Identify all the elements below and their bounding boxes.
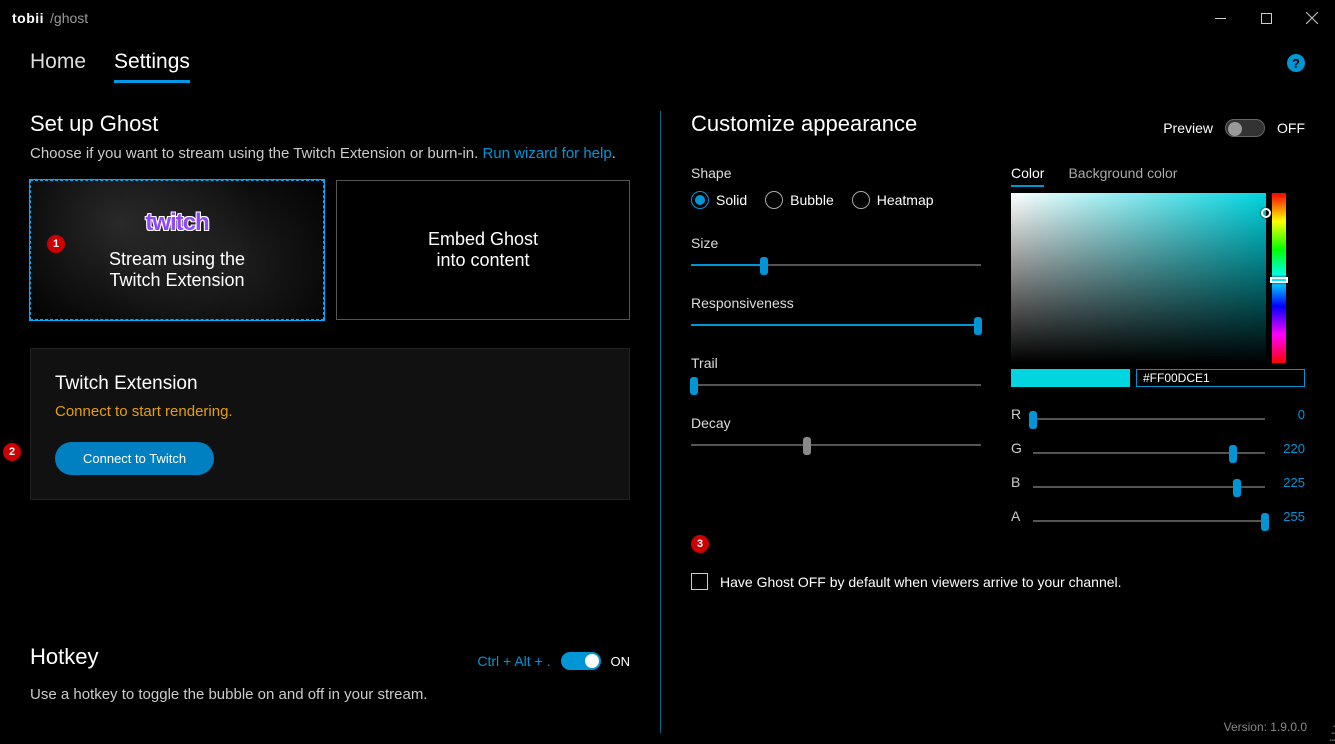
a-label: A <box>1011 508 1023 524</box>
hotkey-state: ON <box>611 654 631 669</box>
radio-heatmap[interactable]: Heatmap <box>852 191 934 209</box>
radio-solid[interactable]: Solid <box>691 191 747 209</box>
r-label: R <box>1011 406 1023 422</box>
stream-mode-cards: 1 twitch Stream using the Twitch Extensi… <box>30 180 630 320</box>
ghost-default-off-checkbox[interactable] <box>691 573 708 590</box>
shape-label: Shape <box>691 165 981 181</box>
annotation-2: 2 <box>3 443 21 461</box>
right-column: Customize appearance Preview OFF Shape S… <box>661 111 1305 733</box>
twitch-logo-icon: twitch <box>145 209 208 237</box>
card-embed-ghost[interactable]: Embed Ghost into content <box>336 180 630 320</box>
trail-slider[interactable] <box>691 381 981 389</box>
annotation-1: 1 <box>47 235 65 253</box>
tab-color[interactable]: Color <box>1011 165 1044 187</box>
b-label: B <box>1011 474 1023 490</box>
card1-line2: Twitch Extension <box>109 270 244 291</box>
r-slider[interactable] <box>1033 415 1265 423</box>
card1-line1: Stream using the <box>109 249 245 270</box>
radio-bubble[interactable]: Bubble <box>765 191 834 209</box>
g-slider[interactable] <box>1033 449 1265 457</box>
radio-bubble-label: Bubble <box>790 192 834 208</box>
run-wizard-link[interactable]: Run wizard for help <box>482 145 611 162</box>
g-value: 220 <box>1275 441 1305 456</box>
brand-logo-text: tobii <box>12 10 44 26</box>
color-sv-picker[interactable] <box>1011 193 1266 363</box>
responsiveness-label: Responsiveness <box>691 295 981 311</box>
trail-label: Trail <box>691 355 981 371</box>
color-tabs: Color Background color <box>1011 165 1305 187</box>
maximize-button[interactable] <box>1243 0 1289 36</box>
hotkey-desc: Use a hotkey to toggle the bubble on and… <box>30 686 630 703</box>
app-name: /ghost <box>50 10 88 26</box>
b-slider[interactable] <box>1033 483 1265 491</box>
preview-label: Preview <box>1163 120 1213 136</box>
help-icon[interactable]: ? <box>1287 54 1305 72</box>
main-tabs: Home Settings ? <box>0 36 1335 91</box>
appearance-heading: Customize appearance <box>691 111 917 137</box>
ghost-default-off-row: 3 Have Ghost OFF by default when viewers… <box>691 573 1305 590</box>
ext-msg: Connect to start rendering. <box>55 403 605 420</box>
preview-state: OFF <box>1277 120 1305 136</box>
preview-toggle[interactable] <box>1225 119 1265 137</box>
a-slider[interactable] <box>1033 517 1265 525</box>
hotkey-heading: Hotkey <box>30 644 98 670</box>
card2-line2: into content <box>436 250 529 271</box>
connect-to-twitch-button[interactable]: Connect to Twitch <box>55 442 214 475</box>
close-button[interactable] <box>1289 0 1335 36</box>
radio-heatmap-label: Heatmap <box>877 192 934 208</box>
card2-line1: Embed Ghost <box>428 229 538 250</box>
r-value: 0 <box>1275 407 1305 422</box>
size-label: Size <box>691 235 981 251</box>
b-value: 225 <box>1275 475 1305 490</box>
color-swatch <box>1011 369 1130 387</box>
tab-settings[interactable]: Settings <box>114 50 190 83</box>
responsiveness-slider[interactable] <box>691 321 981 329</box>
color-hue-slider[interactable] <box>1272 193 1286 363</box>
size-slider[interactable] <box>691 261 981 269</box>
titlebar: tobii /ghost <box>0 0 1335 36</box>
color-column: Color Background color <box>1011 165 1305 533</box>
hex-input[interactable] <box>1136 369 1305 387</box>
shape-radios: Solid Bubble Heatmap <box>691 191 981 209</box>
shape-column: Shape Solid Bubble Heatmap Size Responsi… <box>691 165 981 533</box>
radio-solid-label: Solid <box>716 192 747 208</box>
setup-subtext: Choose if you want to stream using the T… <box>30 145 630 162</box>
setup-sub-post: . <box>612 145 616 162</box>
a-value: 255 <box>1275 509 1305 524</box>
hotkey-section: Hotkey Ctrl + Alt + . ON Use a hotkey to… <box>30 644 660 703</box>
decay-label: Decay <box>691 415 981 431</box>
annotation-3: 3 <box>691 535 709 553</box>
left-column: Set up Ghost Choose if you want to strea… <box>30 111 660 733</box>
decay-slider[interactable] <box>691 441 981 449</box>
resize-grip-icon[interactable]: .. .. . . <box>1329 719 1333 740</box>
hotkey-toggle[interactable] <box>561 652 601 670</box>
setup-sub-pre: Choose if you want to stream using the T… <box>30 145 482 162</box>
card-twitch-extension[interactable]: 1 twitch Stream using the Twitch Extensi… <box>30 180 324 320</box>
tab-bg-color[interactable]: Background color <box>1068 165 1177 187</box>
ghost-default-off-label: Have Ghost OFF by default when viewers a… <box>720 574 1122 590</box>
content-area: Set up Ghost Choose if you want to strea… <box>0 91 1335 733</box>
g-label: G <box>1011 440 1023 456</box>
app-brand: tobii /ghost <box>12 10 88 26</box>
ext-title: Twitch Extension <box>55 373 605 395</box>
version-label: Version: 1.9.0.0 <box>1224 720 1307 734</box>
minimize-button[interactable] <box>1197 0 1243 36</box>
tab-home[interactable]: Home <box>30 50 86 83</box>
twitch-extension-panel: Twitch Extension Connect to start render… <box>30 348 630 500</box>
hotkey-combo[interactable]: Ctrl + Alt + . <box>477 653 550 669</box>
window-controls <box>1197 0 1335 36</box>
setup-heading: Set up Ghost <box>30 111 630 137</box>
